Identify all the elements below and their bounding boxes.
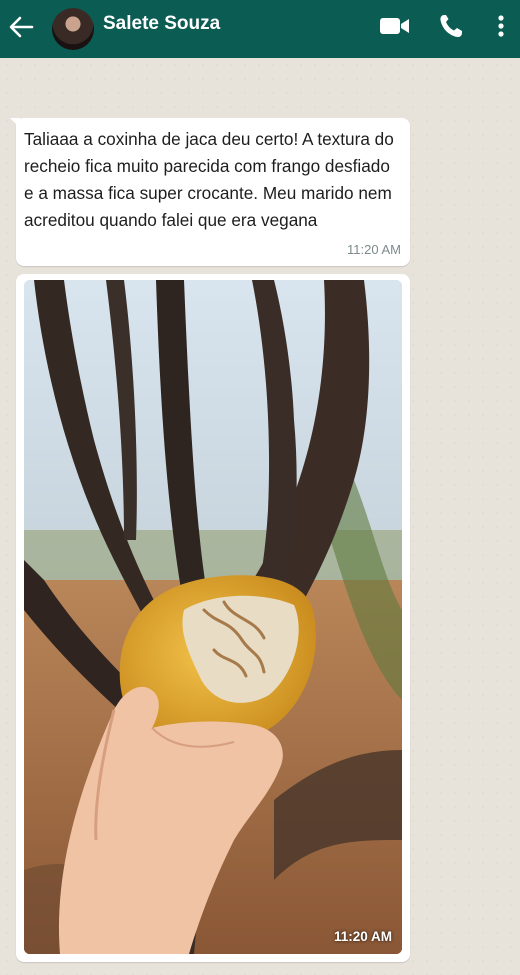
contact-name[interactable]: Salete Souza (103, 12, 220, 36)
photo-illustration (24, 280, 402, 954)
incoming-text-message[interactable]: Taliaaa a coxinha de jaca deu certo! A t… (10, 118, 410, 266)
chat-header: Salete Souza (0, 0, 520, 58)
video-call-icon[interactable] (379, 12, 411, 40)
message-time: 11:20 AM (347, 242, 401, 257)
incoming-image-message[interactable]: 11:20 AM (16, 274, 410, 962)
image-time: 11:20 AM (333, 929, 392, 944)
avatar[interactable] (52, 8, 94, 50)
more-vert-icon[interactable] (494, 12, 508, 40)
photo-coxinha[interactable]: 11:20 AM (24, 280, 402, 954)
message-text: Taliaaa a coxinha de jaca deu certo! A t… (24, 129, 394, 230)
phone-icon[interactable] (438, 12, 464, 40)
arrow-left-icon[interactable] (6, 12, 36, 42)
